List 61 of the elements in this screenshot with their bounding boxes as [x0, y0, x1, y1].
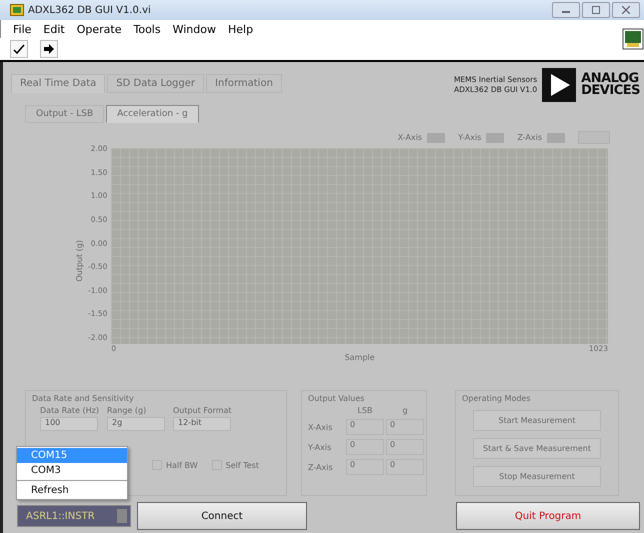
- menu-item[interactable]: Operate: [76, 22, 122, 36]
- row-label: X-Axis: [308, 422, 334, 432]
- dropdown-field[interactable]: 100: [40, 417, 98, 431]
- row-label: Y-Axis: [308, 442, 332, 452]
- tab[interactable]: Information: [206, 74, 282, 93]
- app-icon: [10, 4, 24, 16]
- dropdown-field[interactable]: 12-bit: [173, 417, 231, 431]
- value-field: 0: [346, 439, 384, 455]
- menu-option[interactable]: COM3: [17, 463, 127, 478]
- value-field: 0: [346, 419, 384, 435]
- dropdown-field[interactable]: 2g: [107, 417, 165, 431]
- menu-option[interactable]: Refresh: [17, 483, 127, 498]
- legend-label: Z-Axis: [517, 133, 542, 142]
- checkmark-button[interactable]: [10, 40, 28, 58]
- menu-item[interactable]: Window: [172, 22, 216, 36]
- run-button[interactable]: [40, 40, 58, 58]
- axis-title: Sample: [344, 353, 375, 362]
- value-field: 0: [386, 419, 424, 435]
- maximize-icon: [592, 6, 600, 14]
- mode-button[interactable]: Stop Measurement: [473, 466, 601, 487]
- field-label: Range (g): [107, 406, 148, 415]
- menu-item[interactable]: Edit: [43, 22, 65, 36]
- port-dropdown[interactable]: ASRL1::INSTR: [17, 505, 131, 527]
- menu-item[interactable]: Help: [228, 22, 254, 36]
- checkbox-label: Half BW: [166, 460, 198, 470]
- menu-item[interactable]: File: [13, 22, 32, 36]
- connect-button[interactable]: Connect: [137, 502, 307, 530]
- group-title: Output Values: [308, 394, 364, 403]
- close-icon: [622, 6, 630, 14]
- menu-item[interactable]: Tools: [134, 22, 161, 36]
- tab[interactable]: Output - LSB: [25, 105, 104, 123]
- column-header: LSB: [356, 406, 374, 415]
- group-title: Data Rate and Sensitivity: [32, 394, 134, 403]
- row-label: Z-Axis: [308, 462, 334, 472]
- legend-label: X-Axis: [398, 133, 422, 142]
- mode-button[interactable]: Start & Save Measurement: [473, 438, 601, 459]
- arrow-icon: [43, 43, 55, 55]
- value-field: 0: [386, 459, 424, 475]
- window-title: ADXL362 DB GUI V1.0.vi: [28, 4, 151, 16]
- column-header: g: [401, 406, 409, 415]
- axis-title: Output (g): [75, 240, 84, 282]
- close-button[interactable]: [612, 2, 640, 18]
- value-field: 0: [386, 439, 424, 455]
- quit-button[interactable]: Quit Program: [456, 502, 640, 530]
- field-label: Data Rate (Hz): [40, 406, 99, 415]
- tab[interactable]: Real Time Data: [11, 74, 106, 93]
- tab[interactable]: SD Data Logger: [107, 74, 204, 93]
- checkmark-icon: [13, 43, 25, 55]
- mode-button[interactable]: Start Measurement: [473, 410, 601, 431]
- legend-label: Y-Axis: [458, 133, 482, 142]
- field-label: Output Format: [173, 406, 232, 415]
- checkbox-label: Self Test: [226, 460, 259, 470]
- menu-option[interactable]: COM15: [17, 448, 127, 463]
- triangle-logo-icon: [542, 68, 576, 102]
- tab[interactable]: Acceleration - g: [106, 105, 199, 123]
- maximize-button[interactable]: [582, 2, 610, 18]
- logo-text: DEVICES: [581, 85, 640, 97]
- value-field: 0: [346, 459, 384, 475]
- group-title: Operating Modes: [462, 394, 531, 403]
- logo-text: ANALOG: [581, 73, 639, 85]
- minimize-button[interactable]: [552, 2, 580, 18]
